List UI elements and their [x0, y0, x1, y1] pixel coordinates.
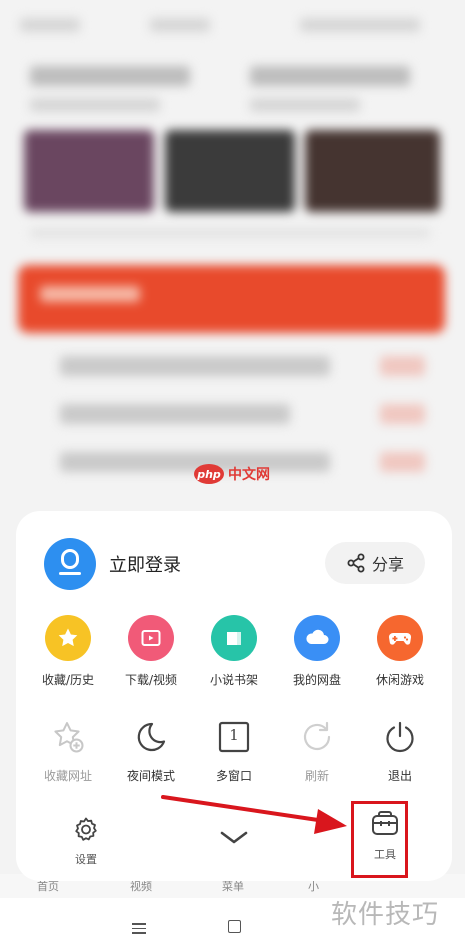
window-count-badge: 1 — [229, 726, 239, 744]
function-label: 夜间模式 — [126, 769, 175, 783]
add-bookmark-button[interactable]: 收藏网址 — [26, 714, 110, 784]
php-logo: php — [194, 464, 224, 484]
shortcut-downloads-video[interactable]: 下载/视频 — [109, 615, 193, 688]
chevron-down-icon — [220, 831, 248, 844]
corner-watermark: 软件技巧 — [331, 900, 440, 930]
video-folder-icon — [128, 615, 174, 661]
shortcut-novel-shelf[interactable]: 小说书架 — [192, 615, 276, 688]
shortcut-cloud-drive[interactable]: 我的网盘 — [275, 615, 359, 688]
share-icon — [347, 553, 365, 573]
gamepad-icon — [377, 615, 423, 661]
settings-label: 设置 — [75, 853, 97, 866]
shortcut-label: 休闲游戏 — [375, 673, 424, 687]
function-label: 刷新 — [304, 769, 329, 783]
tools-highlight-box — [351, 801, 408, 878]
share-button[interactable]: 分享 — [325, 542, 425, 584]
gear-icon — [75, 817, 97, 841]
exit-button[interactable]: 退出 — [358, 714, 442, 784]
shortcut-favorites-history[interactable]: 收藏/历史 — [26, 615, 110, 688]
function-label: 多窗口 — [215, 769, 252, 783]
shortcut-casual-games[interactable]: 休闲游戏 — [358, 615, 442, 688]
user-avatar[interactable] — [44, 538, 96, 590]
shortcut-label: 收藏/历史 — [41, 673, 95, 687]
star-icon — [45, 615, 91, 661]
refresh-icon — [297, 717, 337, 757]
function-label: 退出 — [387, 769, 412, 783]
login-link[interactable]: 立即登录 — [109, 551, 181, 577]
star-add-icon — [48, 717, 88, 757]
settings-button[interactable]: 设置 — [64, 816, 108, 867]
watermark-text: 中文网 — [228, 467, 270, 483]
collapse-menu-button[interactable] — [219, 830, 249, 850]
window-count-icon: 1 — [214, 717, 254, 757]
function-label: 收藏网址 — [43, 769, 92, 783]
recent-apps-button[interactable] — [132, 923, 146, 937]
shortcut-label: 小说书架 — [209, 673, 258, 687]
cloud-icon — [294, 615, 340, 661]
share-label: 分享 — [371, 555, 404, 574]
shortcut-label: 我的网盘 — [292, 673, 341, 687]
function-shortcuts: 收藏网址 夜间模式 1 多窗口 刷新 退出 — [16, 714, 452, 784]
power-icon — [380, 717, 420, 757]
refresh-button[interactable]: 刷新 — [275, 714, 359, 784]
home-button[interactable] — [228, 920, 241, 933]
moon-icon — [131, 717, 171, 757]
php-watermark: php 中文网 — [194, 464, 270, 484]
night-mode-button[interactable]: 夜间模式 — [109, 714, 193, 784]
user-icon — [61, 549, 79, 569]
multi-window-button[interactable]: 1 多窗口 — [192, 714, 276, 784]
quick-shortcuts: 收藏/历史 下载/视频 小说书架 我的网盘 休闲游戏 — [16, 615, 452, 688]
shortcut-label: 下载/视频 — [124, 673, 178, 687]
book-icon — [211, 615, 257, 661]
